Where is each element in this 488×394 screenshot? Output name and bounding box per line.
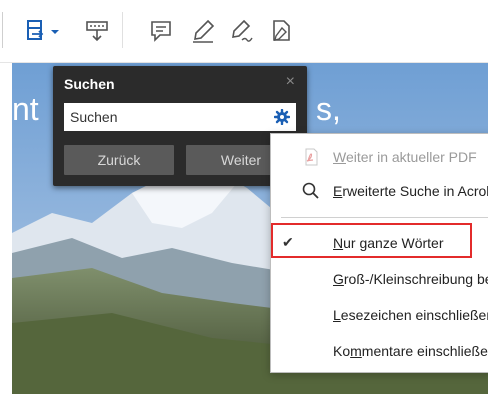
menu-item-advanced-search[interactable]: Erweiterte Suche in Acrobat: [271, 174, 488, 208]
toolbar-separator: [2, 12, 3, 48]
menu-item-continue-current-pdf[interactable]: Weiter in aktueller PDF: [271, 140, 488, 174]
menu-item-include-bookmarks[interactable]: Lesezeichen einschließen: [271, 298, 488, 332]
highlight-pen-icon[interactable]: [190, 18, 216, 44]
search-panel-title: Suchen: [64, 76, 115, 92]
search-panel: Suchen × Zurück Weiter: [53, 66, 307, 186]
signature-icon[interactable]: [228, 18, 254, 44]
toolbar: [0, 0, 488, 63]
fill-sign-icon[interactable]: [268, 18, 294, 44]
checkmark-icon: ✔: [282, 234, 294, 250]
menu-separator: [281, 217, 488, 218]
search-input[interactable]: [64, 103, 276, 131]
crop-page-icon[interactable]: [24, 18, 50, 44]
stamp-icon[interactable]: [84, 18, 110, 44]
menu-item-whole-words[interactable]: ✔ Nur ganze Wörter: [271, 226, 488, 260]
magnifier-icon: [302, 182, 319, 199]
gear-icon[interactable]: [274, 109, 290, 125]
document-text-fragment: s,: [316, 91, 341, 127]
search-options-menu: Weiter in aktueller PDF Erweiterte Suche…: [270, 133, 488, 373]
dropdown-arrow-icon[interactable]: [50, 18, 60, 44]
menu-item-include-comments[interactable]: Kommentare einschließen: [271, 334, 488, 368]
comment-icon[interactable]: [148, 18, 174, 44]
search-field: [64, 103, 296, 131]
pdf-icon: [305, 148, 318, 166]
toolbar-separator: [122, 12, 123, 48]
menu-item-case-sensitive[interactable]: Groß-/Kleinschreibung beachten: [271, 262, 488, 296]
document-text-fragment: nt: [12, 91, 39, 127]
close-icon[interactable]: ×: [286, 73, 295, 91]
back-button[interactable]: Zurück: [64, 145, 174, 175]
